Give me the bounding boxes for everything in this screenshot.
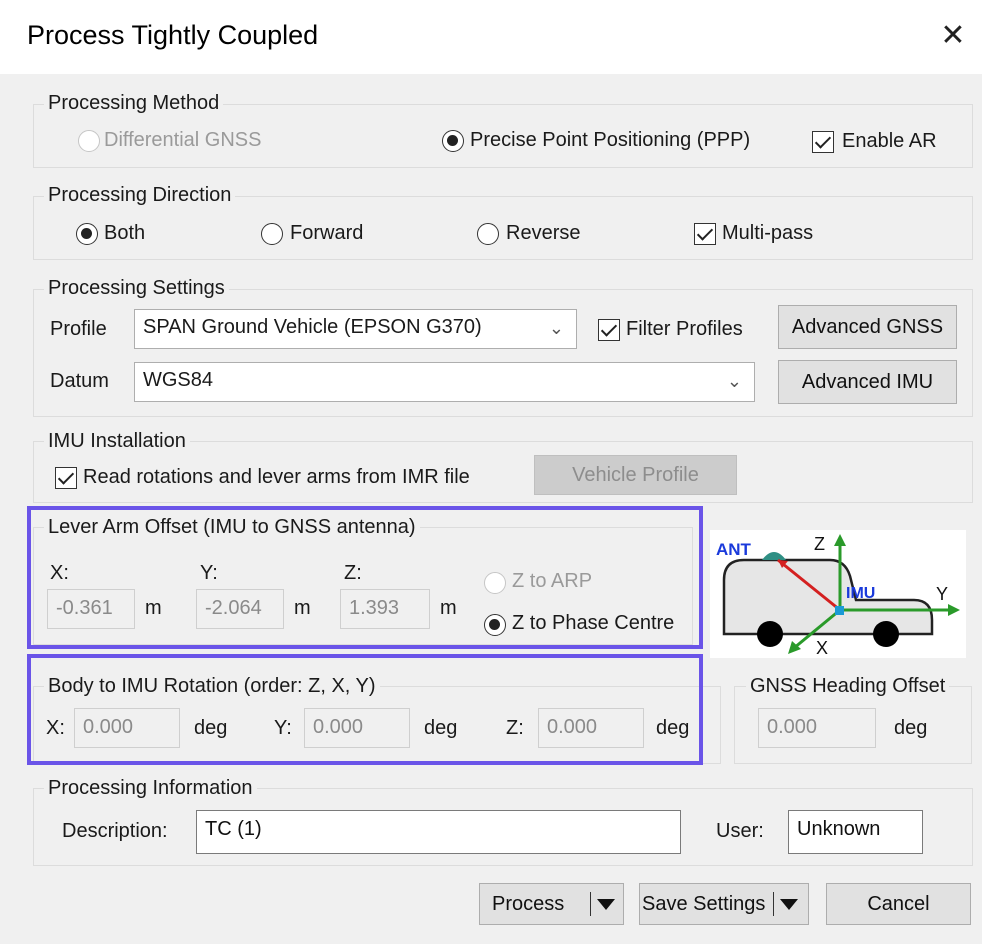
rot-y-label: Y: [274, 717, 292, 739]
lever-arm-legend: Lever Arm Offset (IMU to GNSS antenna) [44, 516, 420, 539]
ppp-radio[interactable] [442, 130, 464, 152]
z-arrowhead [834, 534, 846, 546]
rot-z-field[interactable]: 0.000 [538, 708, 644, 748]
y-arrowhead [948, 604, 960, 616]
profile-select[interactable]: SPAN Ground Vehicle (EPSON G370) ⌄ [134, 309, 577, 349]
description-label: Description: [62, 820, 168, 842]
chevron-down-icon: ⌄ [548, 318, 564, 338]
enable-ar-label[interactable]: Enable AR [842, 130, 937, 153]
rot-z-unit: deg [656, 717, 690, 739]
save-settings-label: Save Settings [642, 892, 766, 915]
forward-radio[interactable] [261, 223, 283, 245]
imu-label: IMU [846, 585, 875, 602]
imu-installation-legend: IMU Installation [44, 430, 190, 453]
datum-select[interactable]: WGS84 ⌄ [134, 362, 755, 402]
vehicle-svg: ANT IMU Z Y X [716, 534, 960, 658]
x-label: X [816, 638, 828, 658]
heading-offset-legend: GNSS Heading Offset [746, 675, 950, 698]
z-to-arp-radio[interactable] [484, 572, 506, 594]
processing-method-legend: Processing Method [44, 92, 224, 115]
multipass-label[interactable]: Multi-pass [722, 222, 813, 245]
process-split-divider [590, 892, 591, 916]
lever-z-field[interactable]: 1.393 [340, 589, 430, 629]
processing-info-legend: Processing Information [44, 777, 257, 800]
vehicle-profile-button[interactable]: Vehicle Profile [534, 455, 737, 495]
datum-label: Datum [50, 370, 109, 392]
reverse-radio[interactable] [477, 223, 499, 245]
user-label: User: [716, 820, 764, 842]
title-bar: Process Tightly Coupled ✕ [0, 0, 982, 74]
datum-value: WGS84 [143, 369, 214, 391]
rot-y-unit: deg [424, 717, 458, 739]
description-input[interactable]: TC (1) [196, 810, 681, 854]
forward-label[interactable]: Forward [290, 222, 363, 245]
process-button[interactable]: Process [479, 883, 624, 925]
ant-label: ANT [716, 540, 752, 559]
read-rotations-checkbox[interactable] [55, 467, 77, 489]
cancel-button[interactable]: Cancel [826, 883, 971, 925]
reverse-label[interactable]: Reverse [506, 222, 580, 245]
ppp-label[interactable]: Precise Point Positioning (PPP) [470, 129, 750, 152]
z-to-phase-radio[interactable] [484, 614, 506, 636]
filter-profiles-checkbox[interactable] [598, 319, 620, 341]
lever-z-unit: m [440, 597, 457, 619]
lever-x-field[interactable]: -0.361 [47, 589, 135, 629]
lever-z-label: Z: [344, 562, 362, 584]
profile-label: Profile [50, 318, 107, 340]
save-settings-split-divider [773, 892, 774, 916]
processing-direction-legend: Processing Direction [44, 184, 236, 207]
user-input[interactable]: Unknown [788, 810, 923, 854]
multipass-checkbox[interactable] [694, 223, 716, 245]
profile-value: SPAN Ground Vehicle (EPSON G370) [143, 316, 482, 338]
vehicle-diagram: ANT IMU Z Y X [710, 530, 966, 658]
rot-x-unit: deg [194, 717, 228, 739]
z-to-phase-label[interactable]: Z to Phase Centre [512, 612, 674, 635]
lever-x-unit: m [145, 597, 162, 619]
rot-y-field[interactable]: 0.000 [304, 708, 410, 748]
advanced-gnss-button[interactable]: Advanced GNSS [778, 305, 957, 349]
lever-y-unit: m [294, 597, 311, 619]
enable-ar-checkbox[interactable] [812, 131, 834, 153]
lever-y-field[interactable]: -2.064 [196, 589, 284, 629]
rot-x-label: X: [46, 717, 65, 739]
differential-gnss-radio[interactable] [78, 130, 100, 152]
z-to-arp-label[interactable]: Z to ARP [512, 570, 592, 593]
heading-offset-unit: deg [894, 717, 928, 739]
imu-marker [835, 606, 844, 615]
save-settings-button[interactable]: Save Settings [639, 883, 809, 925]
process-label: Process [492, 892, 565, 915]
advanced-imu-button[interactable]: Advanced IMU [778, 360, 957, 404]
rot-z-label: Z: [506, 717, 524, 739]
processing-settings-legend: Processing Settings [44, 277, 229, 300]
both-radio[interactable] [76, 223, 98, 245]
window-title: Process Tightly Coupled [27, 20, 319, 50]
front-wheel [757, 621, 783, 647]
lever-x-label: X: [50, 562, 69, 584]
heading-offset-field[interactable]: 0.000 [758, 708, 876, 748]
chevron-down-icon: ⌄ [726, 371, 742, 391]
antenna-dome [762, 552, 786, 560]
filter-profiles-label[interactable]: Filter Profiles [626, 318, 743, 341]
rot-x-field[interactable]: 0.000 [74, 708, 180, 748]
rear-wheel [873, 621, 899, 647]
y-label: Y [936, 584, 948, 604]
read-rotations-label[interactable]: Read rotations and lever arms from IMR f… [83, 466, 470, 489]
differential-gnss-label[interactable]: Differential GNSS [104, 129, 261, 152]
lever-y-label: Y: [200, 562, 218, 584]
z-label: Z [814, 534, 825, 554]
vehicle-body [722, 558, 934, 636]
both-label[interactable]: Both [104, 222, 145, 245]
body-rotation-legend: Body to IMU Rotation (order: Z, X, Y) [44, 675, 380, 698]
process-dropdown-icon[interactable] [597, 899, 615, 910]
close-icon[interactable]: ✕ [930, 12, 976, 58]
save-settings-dropdown-icon[interactable] [780, 899, 798, 910]
